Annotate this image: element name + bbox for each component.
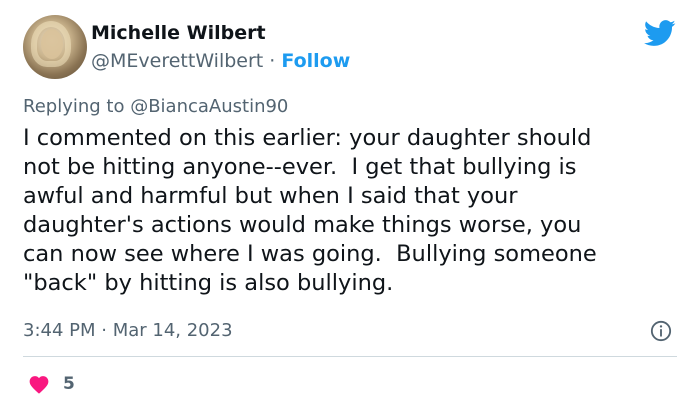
heart-icon[interactable] [28,374,50,394]
divider [23,356,677,357]
author-name[interactable]: Michelle Wilbert [91,22,266,44]
replying-to-line: Replying to @BiancaAustin90 [23,96,288,117]
info-icon[interactable] [650,320,672,342]
tweet-card: Michelle Wilbert @MEverettWilbert · Foll… [0,0,700,410]
tweet-text-line: daughter's actions would make things wor… [23,212,582,238]
twitter-bird-icon[interactable] [644,20,676,47]
handle-separator: · [263,50,282,72]
follow-button[interactable]: Follow [281,50,350,72]
tweet-text-line: can now see where I was going. Bullying … [23,241,597,267]
replying-to-handle[interactable]: @BiancaAustin90 [130,96,288,117]
replying-to-label: Replying to [23,96,131,117]
avatar-face [41,29,63,59]
tweet-text-line: "back" by hitting is also bullying. [23,270,394,296]
tweet-text-line: not be hitting anyone--ever. I get that … [23,154,577,180]
tweet-text: I commented on this earlier: your daught… [23,124,683,298]
author-handle-line: @MEverettWilbert · Follow [91,50,350,72]
avatar[interactable] [23,15,87,79]
tweet-text-line: I commented on this earlier: your daught… [23,125,592,151]
like-count: 5 [63,374,75,394]
author-handle[interactable]: @MEverettWilbert [91,50,263,72]
tweet-timestamp[interactable]: 3:44 PM · Mar 14, 2023 [23,320,233,341]
like-action[interactable]: 5 [28,372,75,396]
tweet-text-line: awful and harmful but when I said that y… [23,183,518,209]
